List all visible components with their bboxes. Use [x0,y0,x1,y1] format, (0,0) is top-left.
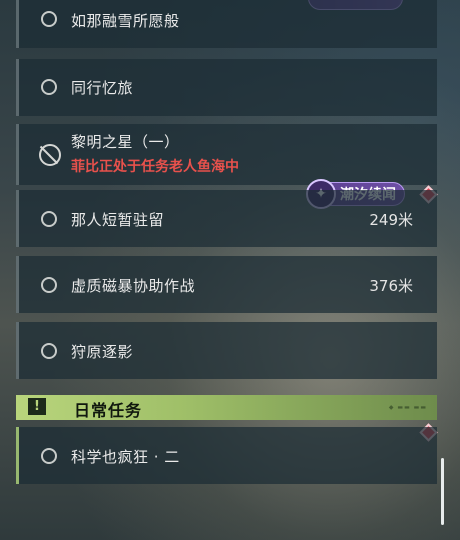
quest-title: 科学也疯狂 · 二 [71,448,180,466]
quest-status-circle-icon [41,277,57,293]
quest-status-circle-icon [41,343,57,359]
quest-list-panel: 如那融雪所愿般 同行忆旅 黎明之星（一） 菲比正处于任务老人鱼海中 ✦ 潮汐续闻… [0,0,444,540]
quest-status-circle-icon [41,79,57,95]
quest-distance: 249米 [369,211,413,229]
quest-distance: 376米 [369,277,413,295]
quest-status-circle-icon [41,11,57,27]
quest-warning-text: 菲比正处于任务老人鱼海中 [71,159,239,175]
section-title: 日常任务 [74,401,143,420]
quest-row[interactable]: 黎明之星（一） 菲比正处于任务老人鱼海中 [16,124,437,185]
quest-row[interactable]: 虚质磁暴协助作战 376米 [16,256,437,313]
quest-title: 如那融雪所愿般 [71,12,180,30]
quest-title: 虚质磁暴协助作战 [71,277,196,295]
daily-quests-header[interactable]: ! 日常任务 ◆ ▬▬ ▬▬ [16,395,437,420]
scrollbar[interactable] [441,458,444,525]
section-decoration: ◆ ▬▬ ▬▬ [388,404,427,411]
quest-row[interactable]: 那人短暂驻留 249米 [16,190,437,247]
quest-row[interactable]: 如那融雪所愿般 [16,0,437,48]
quest-status-circle-icon [41,211,57,227]
daily-quest-row[interactable]: 科学也疯狂 · 二 [16,427,437,484]
quest-row[interactable]: 狩原逐影 [16,322,437,379]
quest-title: 黎明之星（一） [71,133,180,151]
quest-row[interactable]: 同行忆旅 [16,59,437,116]
quest-status-circle-icon [41,448,57,464]
quest-blocked-icon [39,144,61,166]
exclamation-icon: ! [28,398,46,415]
quest-title: 那人短暂驻留 [71,211,165,229]
quest-title: 狩原逐影 [71,343,134,361]
quest-title: 同行忆旅 [71,79,134,97]
